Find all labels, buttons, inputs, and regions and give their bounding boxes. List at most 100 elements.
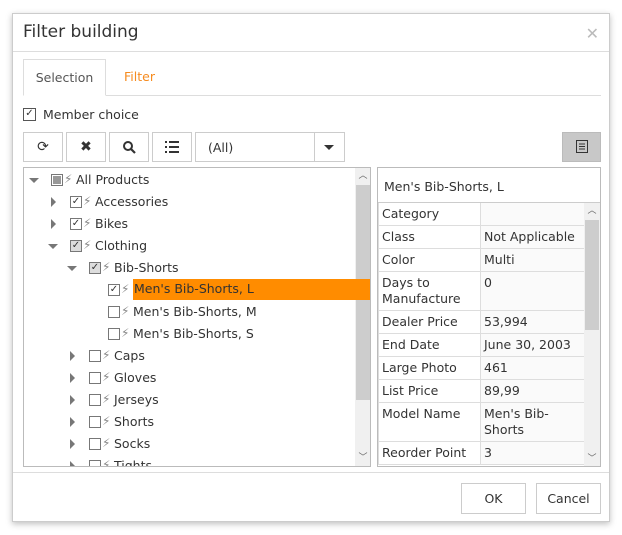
checkbox[interactable] [89, 438, 101, 450]
property-value: Men's Bib-Shorts [481, 403, 585, 441]
tree-item[interactable]: ⚡ Men's Bib-Shorts, S [24, 323, 355, 345]
chevron-up-icon[interactable]: ︿ [584, 203, 600, 219]
tree-item-label: Men's Bib-Shorts, M [133, 304, 257, 319]
property-row: Category [378, 203, 585, 226]
expand-icon[interactable] [70, 395, 75, 405]
tree-item-label: Jerseys [114, 392, 159, 407]
property-row: Days to Manufacture 0 [378, 272, 585, 311]
property-row: End Date June 30, 2003 [378, 334, 585, 357]
chevron-down-icon[interactable] [324, 145, 334, 150]
tree-item-label: Men's Bib-Shorts, S [133, 326, 254, 341]
checkbox[interactable]: ✓ [70, 218, 82, 230]
checkbox[interactable] [108, 306, 120, 318]
search-button[interactable] [109, 132, 149, 162]
list-icon [165, 141, 179, 153]
checkbox[interactable]: ✓ [70, 240, 82, 252]
checkbox[interactable]: ✓ [70, 196, 82, 208]
tree-item[interactable]: ✓ ⚡ Men's Bib-Shorts, L [24, 279, 370, 301]
property-value: 89,99 [481, 380, 585, 402]
tree-item-label: Bib-Shorts [114, 260, 179, 275]
clear-button[interactable]: ✖ [66, 132, 106, 162]
checkbox[interactable] [89, 372, 101, 384]
member-tree[interactable]: ︿ ﹀ ⚡ All Products ✓ ⚡ Accessories ✓ ⚡ Bikes ✓ ⚡ C… [23, 167, 371, 467]
properties-title: Men's Bib-Shorts, L [384, 179, 504, 194]
member-choice-checkbox[interactable]: ✓ Member choice [23, 107, 173, 123]
property-name: Class [378, 226, 481, 248]
tree-item-label: Clothing [95, 238, 148, 253]
property-row: Class Not Applicable [378, 226, 585, 249]
expand-icon[interactable] [70, 439, 75, 449]
refresh-button[interactable]: ⟳ [23, 132, 63, 162]
tree-item-label: Shorts [114, 414, 155, 429]
dropdown-separator [314, 133, 315, 161]
expand-icon[interactable] [70, 373, 75, 383]
property-row: Dealer Price 53,994 [378, 311, 585, 334]
tree-item-label: Men's Bib-Shorts, L [133, 279, 370, 300]
collapse-icon[interactable] [48, 244, 58, 249]
checkbox[interactable] [89, 350, 101, 362]
property-name: Days to Manufacture [378, 272, 481, 310]
tree-item-label: Accessories [95, 194, 169, 209]
clear-icon: ✖ [80, 139, 92, 155]
hierarchy-dropdown[interactable]: (All) [195, 132, 345, 162]
expand-icon[interactable] [70, 417, 75, 427]
expand-icon[interactable] [70, 461, 75, 466]
bolt-icon: ⚡ [83, 194, 92, 208]
properties-panel: Men's Bib-Shorts, L Category Class Not App… [377, 167, 601, 467]
collapse-icon[interactable] [67, 266, 77, 271]
ok-button[interactable]: OK [461, 483, 526, 514]
cancel-button[interactable]: Cancel [536, 483, 601, 514]
tree-item[interactable]: ⚡ Shorts [24, 411, 355, 433]
property-name: End Date [378, 334, 481, 356]
tab-selection[interactable]: Selection [23, 59, 106, 96]
property-name: Model Name [378, 403, 481, 441]
checkbox[interactable] [89, 460, 101, 466]
tree-item[interactable]: ✓ ⚡ Bib-Shorts [24, 257, 355, 279]
collapse-icon[interactable] [29, 178, 39, 183]
bolt-icon: ⚡ [83, 216, 92, 230]
expand-icon[interactable] [51, 219, 56, 229]
tree-item[interactable]: ⚡ Gloves [24, 367, 355, 389]
tree-item[interactable]: ⚡ All Products [24, 169, 355, 191]
scrollbar-thumb[interactable] [585, 220, 599, 330]
property-name: Large Photo [378, 357, 481, 379]
expand-icon[interactable] [51, 197, 56, 207]
checkbox[interactable] [108, 328, 120, 340]
tree-item[interactable]: ⚡ Socks [24, 433, 355, 455]
chevron-down-icon[interactable]: ﹀ [584, 451, 600, 466]
property-value: 0 [481, 272, 585, 310]
checkbox[interactable] [89, 416, 101, 428]
checkbox[interactable]: ✓ [89, 262, 101, 274]
checkbox[interactable] [51, 174, 63, 186]
property-name: Color [378, 249, 481, 271]
tree-item[interactable]: ✓ ⚡ Bikes [24, 213, 355, 235]
checkbox[interactable]: ✓ [108, 284, 120, 296]
tree-item[interactable]: ⚡ Jerseys [24, 389, 355, 411]
dropdown-value: (All) [208, 140, 234, 155]
tree-item-label: Tights [114, 458, 152, 467]
details-view-icon [575, 140, 588, 153]
bolt-icon: ⚡ [121, 282, 130, 296]
dialog-title: Filter building [23, 22, 139, 42]
chevron-down-icon[interactable]: ﹀ [355, 450, 370, 466]
tree-item[interactable]: ⚡ Caps [24, 345, 355, 367]
checkbox[interactable] [89, 394, 101, 406]
property-value: June 30, 2003 [481, 334, 585, 356]
bolt-icon: ⚡ [102, 458, 111, 467]
tree-item[interactable]: ⚡ Tights [24, 455, 355, 467]
bolt-icon: ⚡ [83, 238, 92, 252]
tree-item[interactable]: ⚡ Men's Bib-Shorts, M [24, 301, 355, 323]
list-button[interactable] [152, 132, 192, 162]
tab-filter[interactable]: Filter [109, 59, 170, 96]
property-name: Reorder Point [378, 442, 481, 464]
bolt-icon: ⚡ [102, 370, 111, 384]
tree-item[interactable]: ✓ ⚡ Accessories [24, 191, 355, 213]
expand-icon[interactable] [70, 351, 75, 361]
details-view-button[interactable] [562, 132, 601, 162]
bolt-icon: ⚡ [102, 348, 111, 362]
tree-scrollbar[interactable]: ︿ ﹀ [355, 168, 370, 466]
tree-item[interactable]: ✓ ⚡ Clothing [24, 235, 355, 257]
properties-scrollbar[interactable]: ︿ ﹀ [584, 203, 600, 466]
chevron-up-icon[interactable]: ︿ [355, 168, 370, 184]
close-icon[interactable]: ✕ [586, 24, 599, 43]
